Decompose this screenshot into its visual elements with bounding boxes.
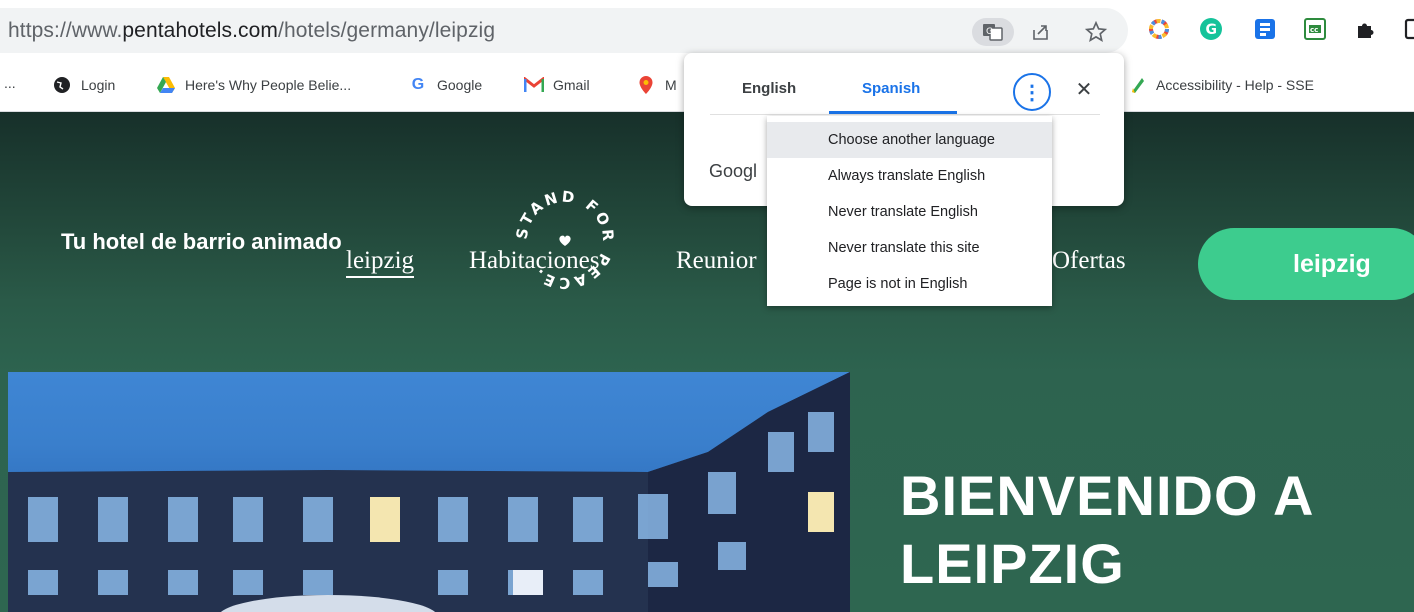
grammarly-extension-icon[interactable]: G [1198, 16, 1224, 42]
svg-text:G: G [986, 27, 993, 37]
translate-options-menu: Choose another language Always translate… [767, 116, 1052, 306]
nav-link-offers[interactable]: Ofertas [1052, 247, 1126, 275]
extension-icon-green[interactable]: cc [1302, 16, 1328, 42]
google-drive-icon [156, 75, 176, 95]
active-tab-indicator [829, 111, 957, 114]
bookmark-label: Accessibility - Help - SSE [1156, 77, 1314, 93]
address-bar[interactable]: https://www.pentahotels.com/hotels/germa… [0, 8, 1128, 53]
url-text[interactable]: https://www.pentahotels.com/hotels/germa… [8, 19, 495, 43]
bookmark-label: Google [437, 77, 483, 93]
extension-icon-blue[interactable] [1252, 16, 1278, 42]
bookmark-gmail[interactable]: Gmail [524, 75, 590, 95]
url-prefix: https://www. [8, 19, 123, 42]
bookmark-maps[interactable]: M [636, 75, 677, 95]
google-translate-footer: Googl [709, 161, 758, 181]
svg-text:cc: cc [1310, 26, 1318, 34]
nav-link-leipzig[interactable]: leipzig [346, 247, 415, 278]
menu-item-choose-language[interactable]: Choose another language [767, 122, 1052, 158]
star-icon[interactable] [1083, 19, 1109, 45]
maps-icon [636, 75, 656, 95]
hotel-hero-image [8, 372, 850, 612]
nav-link-meetings[interactable]: Reunior [676, 247, 757, 275]
bookmark-accessibility[interactable]: Accessibility - Help - SSE [1127, 75, 1314, 95]
location-cta-button[interactable]: leipzig [1198, 228, 1414, 300]
welcome-heading: BIENVENIDO A LEIPZIG [900, 462, 1314, 598]
bookmark-label: Login [81, 77, 116, 93]
welcome-line-1: BIENVENIDO A [900, 464, 1315, 527]
bookmark-truncated[interactable]: ... [4, 75, 16, 91]
bookmark-login[interactable]: Login [52, 75, 115, 95]
google-icon: G [411, 76, 425, 93]
tab-english[interactable]: English [742, 80, 796, 97]
stand-for-peace-badge: STAND FOR PEACE. [513, 187, 615, 292]
heart-icon [559, 235, 571, 246]
translate-icon[interactable]: G [972, 18, 1014, 46]
tab-spanish[interactable]: Spanish [862, 80, 920, 97]
site-tagline: Tu hotel de barrio animado [61, 229, 342, 254]
bookmark-label: Gmail [553, 77, 590, 93]
puzzle-icon[interactable] [1352, 16, 1378, 42]
menu-item-never-translate-language[interactable]: Never translate English [767, 194, 1052, 230]
bookmark-label: M [665, 77, 677, 93]
menu-item-always-translate[interactable]: Always translate English [767, 158, 1052, 194]
bookmark-google[interactable]: G Google [408, 75, 482, 95]
more-options-icon[interactable]: ⋮ [1013, 73, 1051, 111]
menu-item-never-translate-site[interactable]: Never translate this site [767, 230, 1052, 266]
color-wheel-extension-icon[interactable] [1146, 16, 1172, 42]
browser-window: https://www.pentahotels.com/hotels/germa… [0, 0, 1414, 612]
menu-item-page-not-english[interactable]: Page is not in English [767, 266, 1052, 302]
welcome-line-2: LEIPZIG [900, 532, 1125, 595]
globe-icon [52, 75, 72, 95]
share-icon[interactable] [1028, 19, 1054, 45]
tab-divider [710, 114, 1100, 115]
bookmark-label: ... [4, 75, 16, 91]
sidebar-icon[interactable] [1400, 16, 1414, 42]
bookmark-drive-article[interactable]: Here's Why People Belie... [156, 75, 351, 95]
url-path: /hotels/germany/leipzig [278, 19, 496, 42]
bookmark-label: Here's Why People Belie... [185, 77, 352, 93]
svg-text:G: G [1206, 22, 1218, 38]
close-icon[interactable]: ✕ [1070, 75, 1098, 103]
url-domain: pentahotels.com [122, 19, 279, 42]
bookmark-icon [1127, 75, 1147, 95]
gmail-icon [524, 75, 544, 95]
